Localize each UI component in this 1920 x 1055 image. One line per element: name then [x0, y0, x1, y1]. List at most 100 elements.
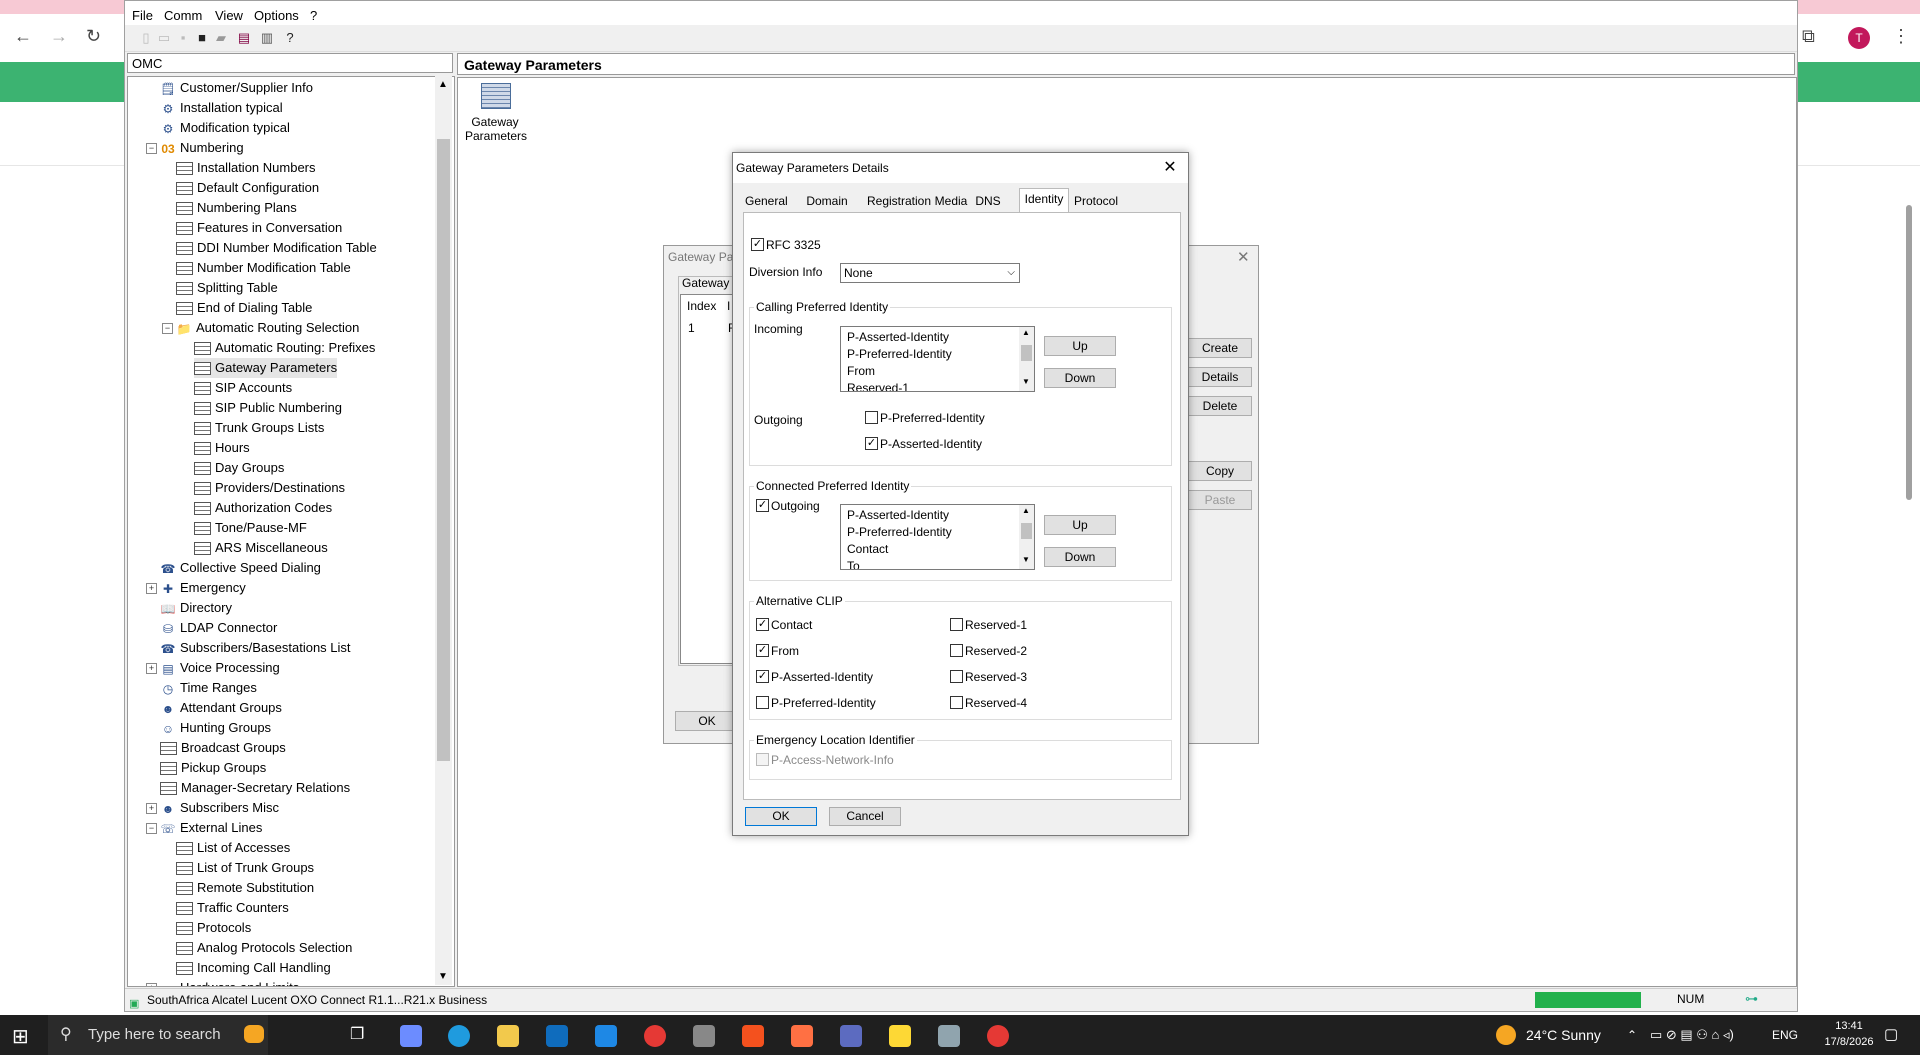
forward-icon[interactable]: →: [50, 26, 68, 47]
details-button[interactable]: Details: [1188, 367, 1252, 387]
close-icon[interactable]: ✕: [1159, 157, 1181, 179]
office-icon[interactable]: [791, 1025, 813, 1047]
tree-scrollbar-thumb[interactable]: [437, 139, 450, 761]
tree-item[interactable]: 📖 Directory: [160, 598, 233, 618]
page-scrollbar-thumb[interactable]: [1906, 205, 1912, 500]
tab-general[interactable]: General: [745, 191, 788, 211]
tree-item[interactable]: Installation Numbers: [176, 158, 316, 178]
file-explorer-icon[interactable]: [497, 1025, 519, 1047]
tree-item[interactable]: Automatic Routing: Prefixes: [194, 338, 375, 358]
clip-reserved-1-checkbox[interactable]: [950, 618, 963, 631]
tree-expander-icon[interactable]: −: [146, 823, 157, 834]
clip-reserved-3-checkbox[interactable]: [950, 670, 963, 683]
tree-item[interactable]: ▤ Voice Processing: [160, 658, 279, 678]
clip-p-preferred-checkbox[interactable]: [756, 696, 769, 709]
back-icon[interactable]: ←: [14, 26, 32, 47]
scroll-down-icon[interactable]: ▼: [1022, 555, 1030, 564]
clock[interactable]: 13:41 17/8/2026: [1824, 1018, 1874, 1050]
anydesk-icon[interactable]: [742, 1025, 764, 1047]
tree-item[interactable]: Trunk Groups Lists: [194, 418, 324, 438]
tree-item[interactable]: Authorization Codes: [194, 498, 332, 518]
taskbar-search[interactable]: ⚲ Type here to search: [48, 1015, 268, 1055]
diversion-info-select[interactable]: None ⌵: [840, 263, 1020, 283]
list-item[interactable]: Contact: [847, 542, 888, 556]
cancel-button[interactable]: Cancel: [829, 807, 901, 826]
print-icon[interactable]: ▤: [236, 30, 252, 46]
tree-item[interactable]: Providers/Destinations: [194, 478, 345, 498]
list-item[interactable]: P-Asserted-Identity: [847, 330, 949, 344]
outgoing-p-preferred-checkbox[interactable]: [865, 411, 878, 424]
tree-expander-icon[interactable]: +: [146, 803, 157, 814]
tree-item[interactable]: ☺ Hunting Groups: [160, 718, 271, 738]
clip-p-asserted-checkbox[interactable]: ✓: [756, 670, 769, 683]
list-item[interactable]: Reserved-1: [847, 381, 909, 391]
new-icon[interactable]: ▯: [138, 30, 154, 46]
profile-avatar[interactable]: T: [1848, 27, 1870, 49]
task-view-icon[interactable]: ❐: [350, 1015, 364, 1055]
notifications-icon[interactable]: ▢: [1884, 1015, 1898, 1055]
tab-dns[interactable]: DNS: [973, 191, 1003, 211]
sticky-notes-icon[interactable]: [889, 1025, 911, 1047]
copilot-icon[interactable]: [400, 1025, 422, 1047]
connected-down-button[interactable]: Down: [1044, 547, 1116, 567]
list-item[interactable]: To: [847, 559, 860, 569]
tree-item[interactable]: ARS Miscellaneous: [194, 538, 328, 558]
tray-icons[interactable]: ▭ ⊘ ▤ ⚇ ⌂ ◃): [1650, 1015, 1734, 1055]
tree-item[interactable]: Pickup Groups: [160, 758, 266, 778]
copy-button[interactable]: Copy: [1188, 461, 1252, 481]
save-as-icon[interactable]: ■: [194, 30, 210, 46]
tree-item[interactable]: 📁 Automatic Routing Selection: [176, 318, 360, 338]
tree-item[interactable]: Hours: [194, 438, 250, 458]
clip-contact-checkbox[interactable]: ✓: [756, 618, 769, 631]
omc-app-icon[interactable]: [938, 1025, 960, 1047]
tree-item[interactable]: Tone/Pause-MF: [194, 518, 307, 538]
windows-start-icon[interactable]: ⊞: [12, 1024, 29, 1049]
tree-expander-icon[interactable]: −: [162, 323, 173, 334]
paste-button[interactable]: Paste: [1188, 490, 1252, 510]
tree-item[interactable]: List of Trunk Groups: [176, 858, 314, 878]
connected-priority-list[interactable]: P-Asserted-Identity P-Preferred-Identity…: [840, 504, 1035, 570]
tree-item[interactable]: ☎ Subscribers/Basestations List: [160, 638, 351, 658]
tree-item[interactable]: Protocols: [176, 918, 251, 938]
tree-item[interactable]: ☻ Subscribers Misc: [160, 798, 279, 818]
menu-help[interactable]: ?: [310, 8, 317, 23]
tree-item[interactable]: ⚙ Installation typical: [160, 98, 283, 118]
folder-icon[interactable]: ▰: [213, 30, 229, 46]
tree-item[interactable]: ◷ Time Ranges: [160, 678, 257, 698]
incoming-up-button[interactable]: Up: [1044, 336, 1116, 356]
tree-expander-icon[interactable]: −: [146, 143, 157, 154]
outgoing-p-asserted-checkbox[interactable]: ✓: [865, 437, 878, 450]
more-menu-icon[interactable]: ⋮: [1892, 26, 1910, 47]
connected-outgoing-checkbox[interactable]: ✓: [756, 499, 769, 512]
incoming-list-scrollbar[interactable]: ▲ ▼: [1019, 327, 1034, 391]
bg-ok-button[interactable]: OK: [675, 711, 739, 731]
menu-file[interactable]: File: [132, 8, 153, 23]
tab-media[interactable]: Media: [933, 191, 969, 211]
tree-item[interactable]: ☏ External Lines: [160, 818, 262, 838]
tree-item[interactable]: List of Accesses: [176, 838, 290, 858]
menu-comm[interactable]: Comm: [164, 8, 202, 23]
tree-item[interactable]: Day Groups: [194, 458, 284, 478]
incoming-priority-list[interactable]: P-Asserted-Identity P-Preferred-Identity…: [840, 326, 1035, 392]
language-indicator[interactable]: ENG: [1772, 1015, 1798, 1055]
p-access-network-info-checkbox[interactable]: [756, 753, 769, 766]
scrollbar-thumb[interactable]: [1021, 523, 1032, 539]
scroll-up-icon[interactable]: ▲: [438, 79, 448, 90]
tree-item[interactable]: ⚙ Modification typical: [160, 118, 290, 138]
create-button[interactable]: Create: [1188, 338, 1252, 358]
clip-from-checkbox[interactable]: ✓: [756, 644, 769, 657]
incoming-down-button[interactable]: Down: [1044, 368, 1116, 388]
scroll-down-icon[interactable]: ▼: [438, 971, 448, 982]
tree-expander-icon[interactable]: +: [146, 583, 157, 594]
scroll-up-icon[interactable]: ▲: [1022, 506, 1030, 515]
connected-up-button[interactable]: Up: [1044, 515, 1116, 535]
book-icon[interactable]: ▥: [259, 30, 275, 46]
tree-item[interactable]: ☻ Attendant Groups: [160, 698, 282, 718]
store-icon[interactable]: [546, 1025, 568, 1047]
menu-view[interactable]: View: [215, 8, 243, 23]
ok-button[interactable]: OK: [745, 807, 817, 826]
tree-item[interactable]: Remote Substitution: [176, 878, 314, 898]
scroll-down-icon[interactable]: ▼: [1022, 377, 1030, 386]
list-item[interactable]: P-Preferred-Identity: [847, 347, 952, 361]
tree-item[interactable]: ☎ Collective Speed Dialing: [160, 558, 321, 578]
